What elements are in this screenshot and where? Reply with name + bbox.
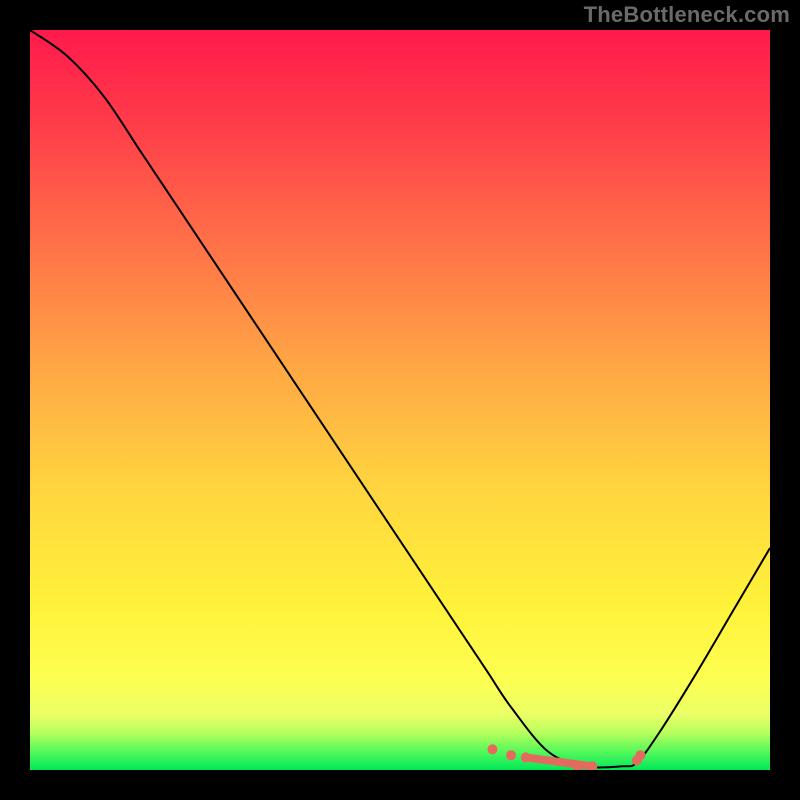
- chart-frame: TheBottleneck.com: [0, 0, 800, 800]
- marker-dot: [521, 752, 531, 762]
- marker-dot: [488, 744, 498, 754]
- line-series: [30, 30, 770, 768]
- marker-dot: [636, 750, 646, 760]
- watermark-text: TheBottleneck.com: [584, 2, 790, 28]
- plot-area: [30, 30, 770, 770]
- chart-svg: [30, 30, 770, 770]
- marker-dot: [506, 750, 516, 760]
